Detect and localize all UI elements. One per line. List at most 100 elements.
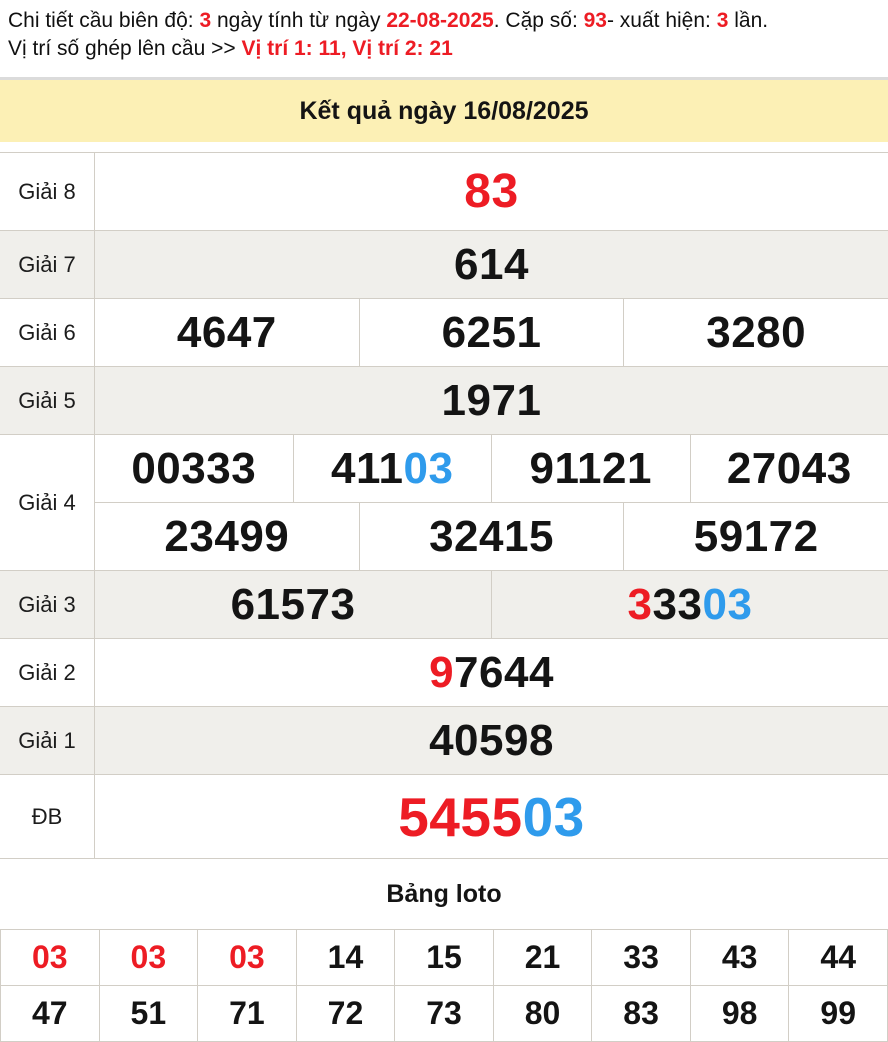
prize-values: 97644	[95, 639, 888, 706]
prize-number-cell: 91121	[491, 435, 690, 502]
info-text-segment: Vị trí số ghép lên cầu >>	[8, 37, 241, 60]
prize-number-segment: 614	[454, 240, 529, 290]
prize-number-cell: 6251	[359, 299, 624, 366]
prize-values: 545503	[95, 775, 888, 858]
prize-row: Giải 297644	[0, 639, 888, 707]
prize-row: Giải 1 40598	[0, 707, 888, 775]
prize-number-segment: 59172	[694, 512, 819, 562]
results-date-header: Kết quả ngày 16/08/2025	[0, 80, 888, 142]
info-text-segment: 93	[584, 9, 607, 32]
loto-cell: 03	[100, 930, 199, 986]
prize-number-segment: 91121	[530, 444, 652, 494]
prize-number-cell: 40598	[95, 707, 888, 774]
loto-cell: 80	[494, 986, 593, 1042]
prize-sub-row: 83	[95, 153, 888, 230]
prize-number-segment: 9	[429, 648, 454, 698]
info-line: Chi tiết cầu biên độ: 3 ngày tính từ ngà…	[8, 7, 880, 35]
prize-number-cell: 27043	[690, 435, 888, 502]
loto-cell: 72	[297, 986, 396, 1042]
prize-values: 00333 41103 91121 27043 23499 32415 59172	[95, 435, 888, 570]
loto-cell: 44	[789, 930, 888, 986]
prize-number-segment: 03	[702, 580, 752, 630]
prize-sub-row: 97644	[95, 639, 888, 706]
prize-label: Giải 5	[0, 367, 95, 434]
prize-row: Giải 7614	[0, 231, 888, 299]
prize-number-segment: 33	[653, 580, 703, 630]
loto-cell: 73	[395, 986, 494, 1042]
prize-number-cell: 4647	[95, 299, 359, 366]
prize-number-segment: 3280	[706, 308, 806, 358]
prize-values: 4647 6251 3280	[95, 299, 888, 366]
loto-cell: 21	[494, 930, 593, 986]
prize-number-segment: 1971	[442, 376, 542, 426]
prize-number-segment: 61573	[231, 580, 356, 630]
prize-row: Giải 4 00333 41103 91121 27043 23499 32415 5917…	[0, 435, 888, 571]
prize-number-segment: 27043	[727, 444, 852, 494]
loto-cell: 03	[1, 930, 100, 986]
prize-label: Giải 4	[0, 435, 95, 570]
prize-number-segment: 83	[464, 164, 518, 219]
loto-cell: 47	[1, 986, 100, 1042]
prize-number-cell: 545503	[95, 775, 888, 858]
prize-number-segment: 5455	[398, 785, 522, 849]
loto-cell: 03	[198, 930, 297, 986]
info-text-segment: lần.	[728, 9, 768, 32]
info-text-segment: 22-08-2025	[386, 9, 493, 32]
prize-sub-row: 23499 32415 59172	[95, 502, 888, 570]
prize-number-cell: 59172	[623, 503, 888, 570]
prize-label: Giải 6	[0, 299, 95, 366]
prize-number-segment: 6251	[442, 308, 542, 358]
info-text-segment: Chi tiết cầu biên độ:	[8, 9, 199, 32]
prize-values: 1971	[95, 367, 888, 434]
prize-number-cell: 1971	[95, 367, 888, 434]
prize-number-segment: 03	[523, 785, 585, 849]
prize-sub-row: 545503	[95, 775, 888, 858]
prize-number-segment: 3	[628, 580, 653, 630]
bridge-detail-info: Chi tiết cầu biên độ: 3 ngày tính từ ngà…	[0, 0, 888, 80]
info-text-segment: 3	[199, 9, 211, 32]
info-text-segment: Vị trí 1: 11, Vị trí 2: 21	[241, 37, 452, 60]
prize-number-cell: 614	[95, 231, 888, 298]
prize-label: Giải 3	[0, 571, 95, 638]
prize-number-cell: 32415	[359, 503, 624, 570]
prize-number-cell: 33303	[491, 571, 888, 638]
loto-cell: 15	[395, 930, 494, 986]
prize-sub-row: 00333 41103 91121 27043	[95, 435, 888, 502]
prize-sub-row: 614	[95, 231, 888, 298]
loto-title-text: Bảng loto	[386, 880, 501, 909]
prize-number-segment: 03	[404, 444, 454, 494]
prize-values: 40598	[95, 707, 888, 774]
prize-values: 614	[95, 231, 888, 298]
prize-row: Giải 5 1971	[0, 367, 888, 435]
prize-row: Giải 883	[0, 153, 888, 231]
info-text-segment: 3	[717, 9, 729, 32]
loto-cell: 99	[789, 986, 888, 1042]
loto-cell: 83	[592, 986, 691, 1042]
prize-number-segment: 00333	[131, 444, 256, 494]
prize-number-segment: 7644	[454, 648, 554, 698]
loto-cell: 43	[691, 930, 790, 986]
prize-sub-row: 4647 6251 3280	[95, 299, 888, 366]
prize-row: ĐB545503	[0, 775, 888, 859]
prize-number-cell: 97644	[95, 639, 888, 706]
prize-number-cell: 3280	[623, 299, 888, 366]
prize-number-segment: 4647	[177, 308, 277, 358]
prize-row: Giải 6 4647 6251 3280	[0, 299, 888, 367]
prize-label: Giải 1	[0, 707, 95, 774]
loto-table: 030303141521334344475171727380839899	[0, 929, 888, 1042]
results-date-title: Kết quả ngày 16/08/2025	[299, 97, 588, 126]
loto-cell: 33	[592, 930, 691, 986]
prize-number-cell: 00333	[95, 435, 293, 502]
info-text-segment: . Cặp số:	[494, 9, 584, 32]
prize-label: Giải 2	[0, 639, 95, 706]
prize-sub-row: 40598	[95, 707, 888, 774]
loto-section-title: Bảng loto	[0, 859, 888, 929]
prize-number-segment: 23499	[164, 512, 289, 562]
prize-number-cell: 23499	[95, 503, 359, 570]
prize-number-cell: 41103	[293, 435, 492, 502]
prize-number-segment: 40598	[429, 716, 554, 766]
loto-cell: 51	[100, 986, 199, 1042]
loto-cell: 14	[297, 930, 396, 986]
prize-number-cell: 61573	[95, 571, 491, 638]
prize-sub-row: 6157333303	[95, 571, 888, 638]
